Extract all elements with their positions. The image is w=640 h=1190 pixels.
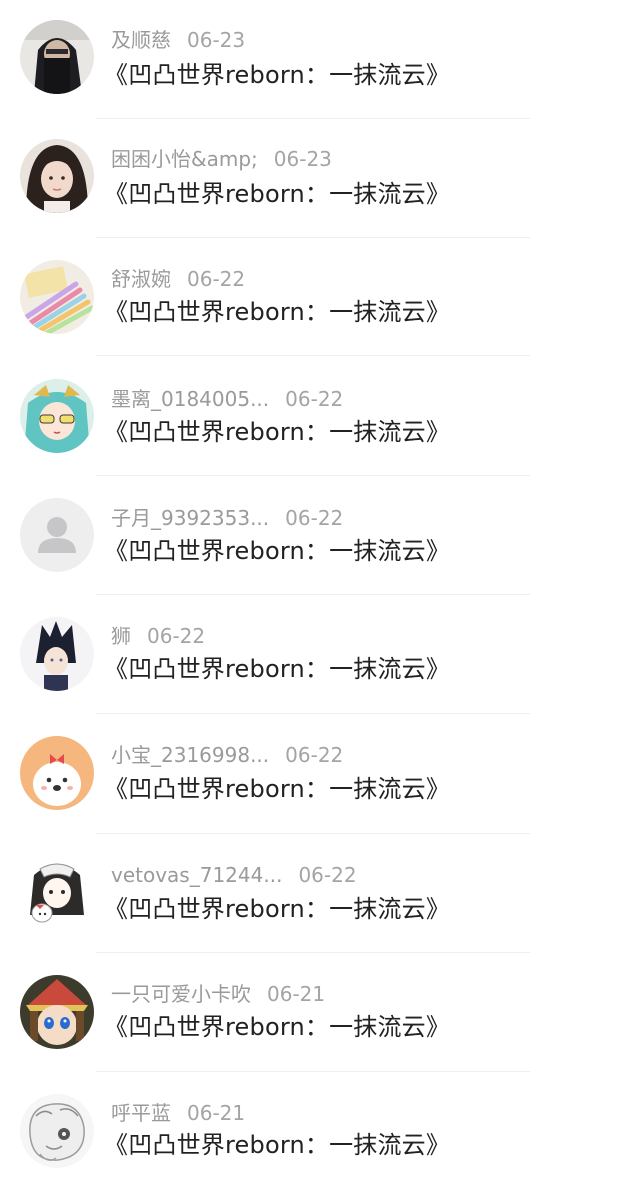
user-avatar[interactable] <box>20 1094 94 1168</box>
username[interactable]: 墨离_0184005... <box>111 387 269 411</box>
username[interactable]: 舒淑婉 <box>111 267 171 291</box>
comment-date: 06-23 <box>187 28 246 52</box>
user-avatar[interactable] <box>20 617 94 691</box>
username[interactable]: 困困小怡&amp; <box>111 147 258 171</box>
user-avatar[interactable] <box>20 855 94 929</box>
comment-date: 06-23 <box>273 147 332 171</box>
user-avatar[interactable] <box>20 20 94 94</box>
book-title[interactable]: 《凹凸世界reborn：一抹流云》 <box>104 894 450 924</box>
username[interactable]: 狮 <box>111 624 131 648</box>
comment-date: 06-22 <box>147 624 206 648</box>
username[interactable]: 一只可爱小卡吹 <box>111 982 251 1006</box>
book-title[interactable]: 《凹凸世界reborn：一抹流云》 <box>104 654 450 684</box>
book-title[interactable]: 《凹凸世界reborn：一抹流云》 <box>104 297 450 327</box>
username[interactable]: 子月_9392353... <box>111 506 269 530</box>
comment-date: 06-22 <box>285 387 344 411</box>
comment-meta: 墨离_0184005... 06-22 <box>111 386 343 412</box>
list-item[interactable]: 小宝_2316998... 06-22 《凹凸世界reborn：一抹流云》 <box>0 714 640 834</box>
list-item[interactable]: 狮 06-22 《凹凸世界reborn：一抹流云》 <box>0 595 640 714</box>
comment-meta: 狮 06-22 <box>111 623 205 649</box>
comment-meta: 小宝_2316998... 06-22 <box>111 742 343 768</box>
list-item[interactable]: vetovas_71244... 06-22 《凹凸世界reborn：一抹流云》 <box>0 833 640 953</box>
list-item[interactable]: 呼平蓝 06-21 《凹凸世界reborn：一抹流云》 <box>0 1071 640 1190</box>
book-title[interactable]: 《凹凸世界reborn：一抹流云》 <box>104 774 450 804</box>
default-user-icon[interactable] <box>20 498 94 572</box>
book-title[interactable]: 《凹凸世界reborn：一抹流云》 <box>104 1130 450 1160</box>
user-avatar[interactable] <box>20 139 94 213</box>
comment-list: 及顺慈 06-23 《凹凸世界reborn：一抹流云》 困困小怡&amp; 06-2… <box>0 0 640 1183</box>
comment-meta: 一只可爱小卡吹 06-21 <box>111 981 325 1007</box>
comment-date: 06-22 <box>285 743 344 767</box>
book-title[interactable]: 《凹凸世界reborn：一抹流云》 <box>104 179 450 209</box>
list-item[interactable]: 及顺慈 06-23 《凹凸世界reborn：一抹流云》 <box>0 0 640 119</box>
user-avatar[interactable] <box>20 260 94 334</box>
comment-date: 06-22 <box>187 267 246 291</box>
list-item[interactable]: 一只可爱小卡吹 06-21 《凹凸世界reborn：一抹流云》 <box>0 952 640 1072</box>
comment-meta: 及顺慈 06-23 <box>111 27 245 53</box>
comment-date: 06-22 <box>298 863 357 887</box>
user-avatar[interactable] <box>20 975 94 1049</box>
comment-meta: 困困小怡&amp; 06-23 <box>111 146 332 172</box>
user-avatar[interactable] <box>20 379 94 453</box>
list-item[interactable]: 舒淑婉 06-22 《凹凸世界reborn：一抹流云》 <box>0 238 640 357</box>
username[interactable]: vetovas_71244... <box>111 863 282 887</box>
book-title[interactable]: 《凹凸世界reborn：一抹流云》 <box>104 417 450 447</box>
list-item[interactable]: 子月_9392353... 06-22 《凹凸世界reborn：一抹流云》 <box>0 476 640 595</box>
book-title[interactable]: 《凹凸世界reborn：一抹流云》 <box>104 60 450 90</box>
comment-date: 06-22 <box>285 506 344 530</box>
comment-meta: 舒淑婉 06-22 <box>111 266 245 292</box>
username[interactable]: 及顺慈 <box>111 28 171 52</box>
comment-meta: 子月_9392353... 06-22 <box>111 505 343 531</box>
book-title[interactable]: 《凹凸世界reborn：一抹流云》 <box>104 536 450 566</box>
comment-date: 06-21 <box>267 982 326 1006</box>
book-title[interactable]: 《凹凸世界reborn：一抹流云》 <box>104 1012 450 1042</box>
list-item[interactable]: 困困小怡&amp; 06-23 《凹凸世界reborn：一抹流云》 <box>0 119 640 238</box>
comment-meta: 呼平蓝 06-21 <box>111 1100 245 1126</box>
divider <box>96 355 530 356</box>
comment-meta: vetovas_71244... 06-22 <box>111 862 357 888</box>
username[interactable]: 小宝_2316998... <box>111 743 269 767</box>
list-item[interactable]: 墨离_0184005... 06-22 《凹凸世界reborn：一抹流云》 <box>0 357 640 476</box>
username[interactable]: 呼平蓝 <box>111 1101 171 1125</box>
user-avatar[interactable] <box>20 736 94 810</box>
comment-date: 06-21 <box>187 1101 246 1125</box>
